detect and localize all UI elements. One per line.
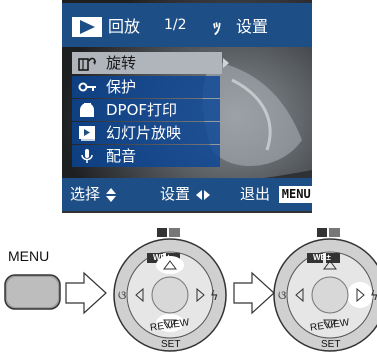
chevron-right-icon xyxy=(223,58,229,68)
menu-item-slideshow[interactable]: 幻灯片放映 xyxy=(72,122,220,144)
set-label: SET xyxy=(161,339,181,350)
menu-item-audio-dub[interactable]: 配音 xyxy=(72,145,220,167)
svg-text:ϟ: ϟ xyxy=(370,289,377,304)
menu-item-label: 幻灯片放映 xyxy=(106,124,182,142)
arrow-right-icon xyxy=(233,271,275,315)
control-dial-1: ଓ ϟ xyxy=(113,228,227,352)
tab-playback-label: 回放 xyxy=(108,17,141,36)
print-icon xyxy=(80,103,94,117)
svg-text:ﾂ: ﾂ xyxy=(213,19,221,38)
menu-button[interactable] xyxy=(4,274,61,310)
menu-item-protect[interactable]: 保护 xyxy=(72,76,220,98)
control-dial-2: ଓ ϟ xyxy=(273,228,377,352)
select-label: 选择 xyxy=(70,185,101,203)
set-label: 设置 xyxy=(160,185,191,203)
svg-text:ϟ: ϟ xyxy=(210,289,219,304)
menu-item-label: DPOF打印 xyxy=(106,101,178,119)
menu-item-dpof-print[interactable]: DPOF打印 xyxy=(72,99,220,121)
arrow-right-icon xyxy=(65,271,107,315)
menu-badge: MENU xyxy=(278,186,312,203)
play-icon xyxy=(72,17,102,37)
camera-lcd-screen: 回放 1/2 ﾂ 设置 旋转 保护 DPOF打印 幻灯片放映 配音 选择 设置 … xyxy=(62,0,312,213)
select-hint: 选择 xyxy=(70,178,117,211)
slideshow-icon xyxy=(79,126,95,141)
svg-text:ଓ: ଓ xyxy=(118,288,126,302)
menu-item-label: 保护 xyxy=(106,78,137,96)
wb-badge: WB± xyxy=(313,253,331,262)
lcd-bottom-bar: 选择 设置 退出 MENU xyxy=(62,178,312,211)
menu-item-label: 配音 xyxy=(106,147,137,165)
lcd-top-bar: 回放 1/2 ﾂ 设置 xyxy=(62,3,312,47)
set-hint: 设置 xyxy=(160,178,211,211)
tab-playback[interactable]: 回放 1/2 xyxy=(72,11,200,43)
set-label: SET xyxy=(321,339,341,350)
tab-setup[interactable]: ﾂ 设置 xyxy=(212,11,308,43)
rotate-icon xyxy=(78,57,96,71)
microphone-icon xyxy=(81,149,93,163)
exit-hint: 退出 MENU xyxy=(240,178,312,211)
menu-item-label: 旋转 xyxy=(106,54,137,72)
wb-badge: WB± xyxy=(153,253,171,262)
menu-item-rotate[interactable]: 旋转 xyxy=(72,52,222,74)
tab-setup-label: 设置 xyxy=(236,17,269,36)
exit-label: 退出 xyxy=(240,185,271,203)
svg-text:ଓ: ଓ xyxy=(278,288,286,302)
left-right-arrows-icon xyxy=(195,189,210,200)
key-icon xyxy=(78,82,96,92)
up-down-arrows-icon xyxy=(105,187,116,202)
button-diagram: ଓ ϟ ଓ ϟ xyxy=(4,228,377,352)
page-indicator: 1/2 xyxy=(164,17,187,33)
wrench-icon: ﾂ xyxy=(212,18,232,38)
